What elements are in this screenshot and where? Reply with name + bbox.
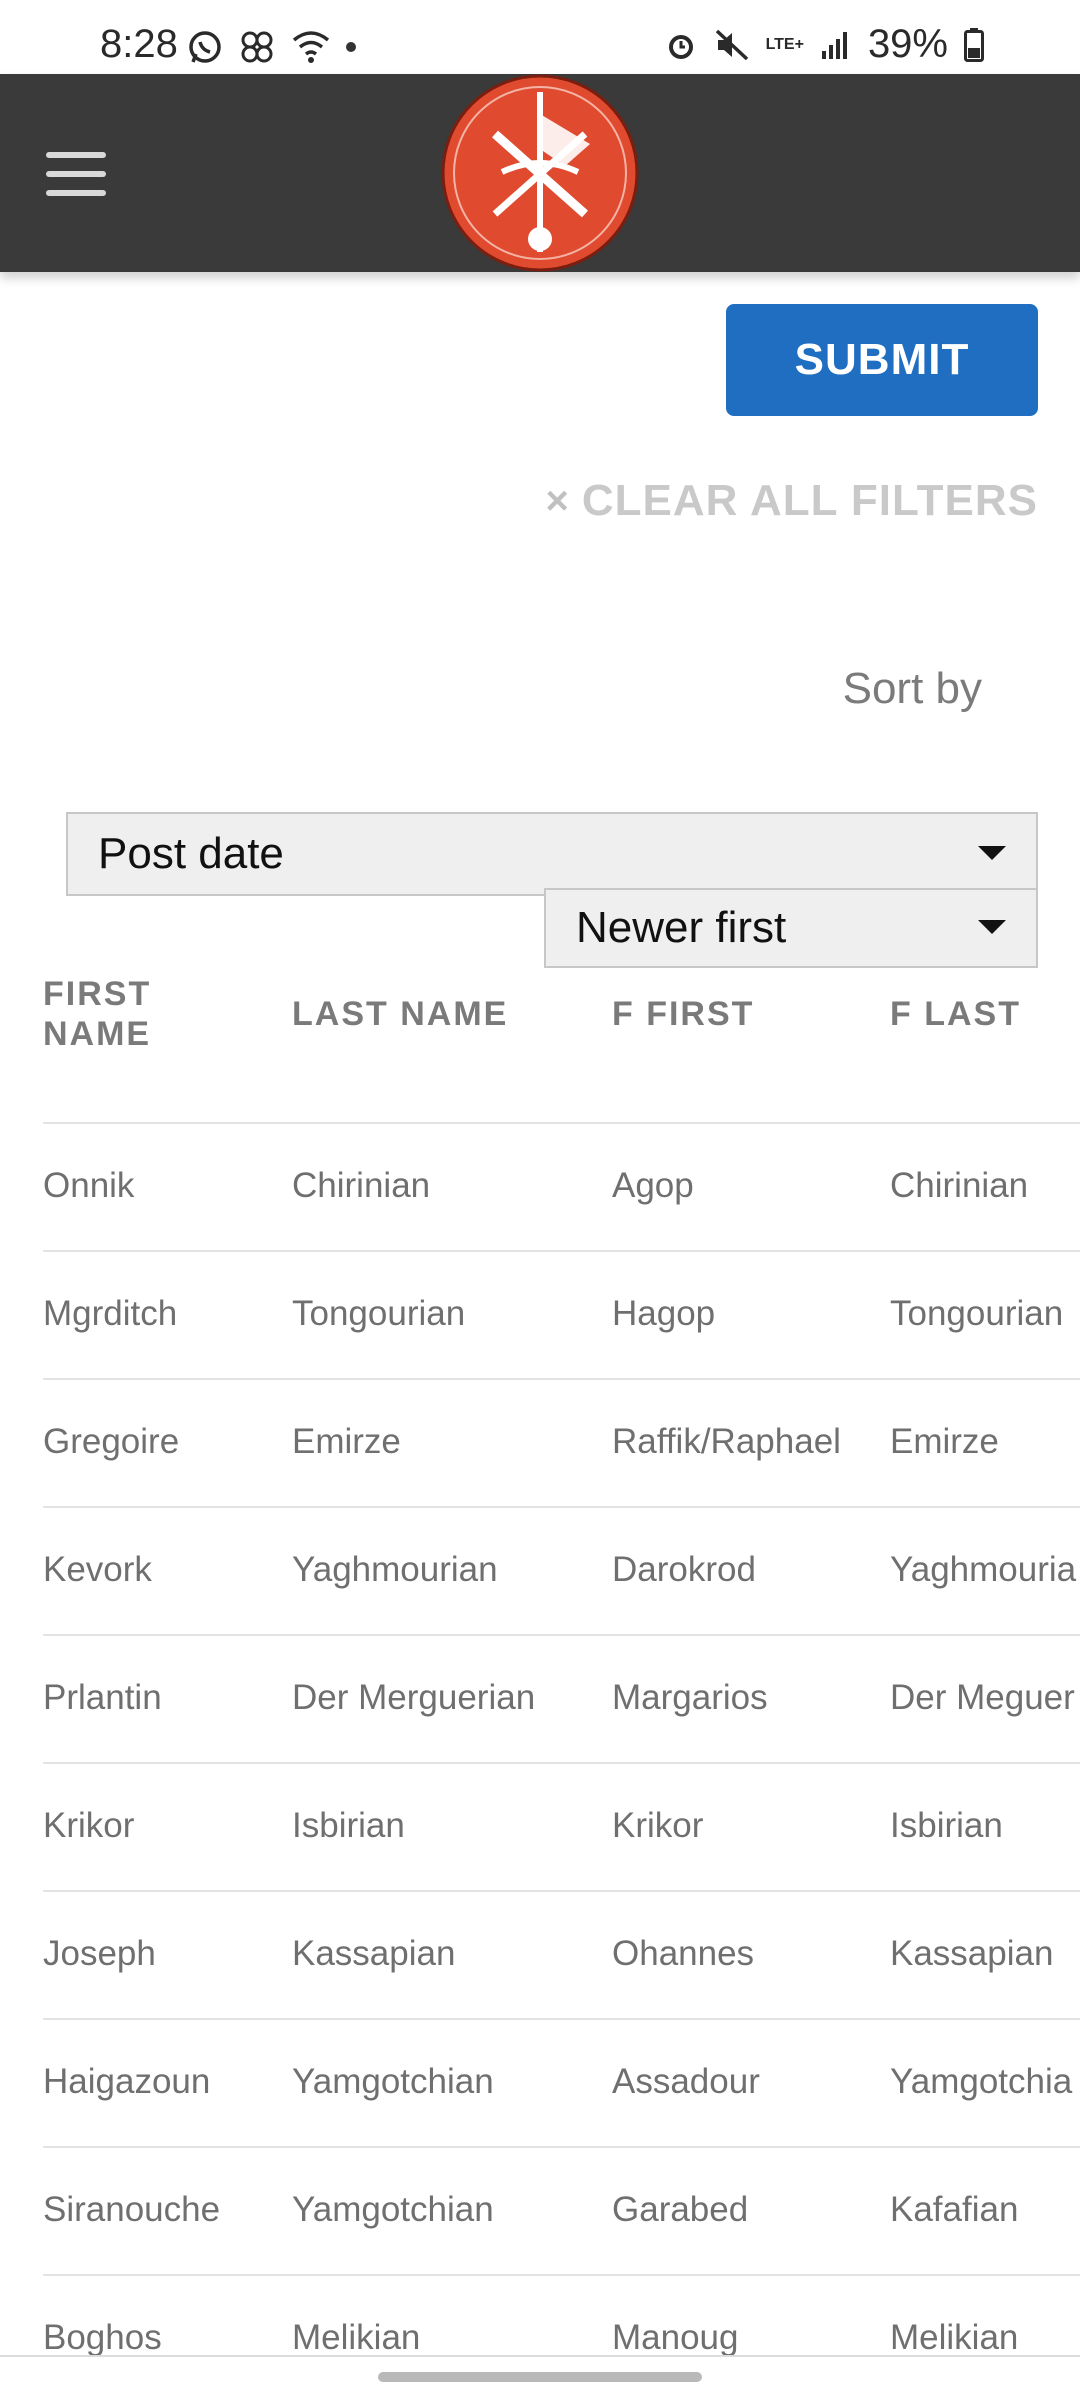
cell-f-first: Hagop [612, 1294, 716, 1333]
cell-last-name: Chirinian [292, 1166, 431, 1205]
sort-field-select[interactable]: Post date [66, 812, 1038, 896]
cell-first-name: Gregoire [43, 1422, 180, 1461]
cell-f-last: Der Meguer [890, 1678, 1075, 1717]
column-header-f-first[interactable]: F FIRST [612, 994, 754, 1034]
cell-f-last: Yamgotchia [890, 2062, 1073, 2101]
table-row[interactable]: Mgrditch Tongourian Hagop Tongourian [43, 1250, 1080, 1378]
cell-last-name: Yaghmourian [292, 1550, 498, 1589]
table-row[interactable]: Joseph Kassapian Ohannes Kassapian [43, 1890, 1080, 2018]
cell-first-name: Boghos [43, 2318, 162, 2357]
cell-last-name: Yamgotchian [292, 2190, 494, 2229]
cell-last-name: Der Merguerian [292, 1678, 536, 1717]
site-header [0, 74, 1080, 272]
table-row[interactable]: Haigazoun Yamgotchian Assadour Yamgotchi… [43, 2018, 1080, 2146]
table-row[interactable]: Onnik Chirinian Agop Chirinian [43, 1122, 1080, 1250]
status-left-icons [186, 28, 356, 66]
signal-icon [821, 31, 847, 59]
cell-f-first: Raffik/Raphael [612, 1422, 841, 1461]
table-header: FIRST NAME LAST NAME F FIRST F LAST [0, 960, 1080, 1122]
cell-last-name: Kassapian [292, 1934, 456, 1973]
cell-last-name: Yamgotchian [292, 2062, 494, 2101]
column-header-last-name[interactable]: LAST NAME [292, 994, 508, 1034]
table-row[interactable]: Prlantin Der Merguerian Margarios Der Me… [43, 1634, 1080, 1762]
table-row[interactable]: Siranouche Yamgotchian Garabed Kafafian [43, 2146, 1080, 2274]
cell-first-name: Haigazoun [43, 2062, 211, 2101]
cell-f-first: Krikor [612, 1806, 704, 1845]
bottom-divider [0, 2355, 1080, 2357]
sort-by-label: Sort by [842, 664, 982, 713]
cell-first-name: Joseph [43, 1934, 156, 1973]
close-icon: × [545, 478, 570, 523]
sort-order-select[interactable]: Newer first [544, 888, 1038, 968]
submit-button[interactable]: SUBMIT [726, 304, 1038, 416]
caret-down-icon [978, 846, 1006, 860]
cell-last-name: Emirze [292, 1422, 401, 1461]
sort-field-value: Post date [98, 829, 284, 878]
cell-f-last: Emirze [890, 1422, 999, 1461]
battery-icon [964, 27, 984, 62]
status-right: LTE+ 39% [664, 22, 984, 67]
mute-icon [715, 29, 748, 60]
cell-f-first: Ohannes [612, 1934, 755, 1973]
cell-f-last: Kassapian [890, 1934, 1054, 1973]
cell-last-name: Tongourian [292, 1294, 466, 1333]
status-bar: 8:28 LTE+ 39% [0, 0, 1080, 74]
cell-f-last: Kafafian [890, 2190, 1019, 2229]
dot-icon [346, 42, 356, 52]
cell-first-name: Mgrditch [43, 1294, 178, 1333]
table-body: Onnik Chirinian Agop Chirinian Mgrditch … [43, 1122, 1080, 2402]
cell-first-name: Onnik [43, 1166, 135, 1205]
status-time: 8:28 [100, 22, 178, 66]
pinwheel-icon [241, 31, 273, 63]
wifi-call-icon [292, 31, 330, 63]
sort-order-value: Newer first [576, 903, 787, 952]
table-row[interactable]: Gregoire Emirze Raffik/Raphael Emirze [43, 1378, 1080, 1506]
cell-first-name: Krikor [43, 1806, 135, 1845]
cell-f-last: Tongourian [890, 1294, 1064, 1333]
whatsapp-icon [189, 31, 221, 63]
battery-percent: 39% [867, 22, 948, 66]
column-header-first-name[interactable]: FIRST NAME [43, 974, 243, 1054]
cell-f-last: Chirinian [890, 1166, 1029, 1205]
clear-all-filters-label: CLEAR ALL FILTERS [581, 476, 1038, 525]
cell-f-first: Assadour [612, 2062, 760, 2101]
cell-f-first: Margarios [612, 1678, 768, 1717]
column-header-f-last[interactable]: F LAST [890, 994, 1021, 1034]
table-row[interactable]: Boghos Melikian Manoug Melikian [43, 2274, 1080, 2402]
caret-down-icon [978, 920, 1006, 934]
cell-f-last: Isbirian [890, 1806, 1003, 1845]
cell-first-name: Siranouche [43, 2190, 221, 2229]
alarm-icon [668, 34, 693, 59]
emblem-logo-icon[interactable] [440, 74, 640, 272]
cell-f-first: Manoug [612, 2318, 739, 2357]
cell-last-name: Isbirian [292, 1806, 405, 1845]
cell-f-first: Garabed [612, 2190, 749, 2229]
cell-f-last: Yaghmouria [890, 1550, 1077, 1589]
cell-first-name: Kevork [43, 1550, 152, 1589]
table-row[interactable]: Krikor Isbirian Krikor Isbirian [43, 1762, 1080, 1890]
cell-first-name: Prlantin [43, 1678, 162, 1717]
cell-last-name: Melikian [292, 2318, 421, 2357]
clear-all-filters-link[interactable]: × CLEAR ALL FILTERS [545, 476, 1038, 526]
table-row[interactable]: Kevork Yaghmourian Darokrod Yaghmouria [43, 1506, 1080, 1634]
lte-icon: LTE+ [765, 35, 804, 53]
cell-f-first: Darokrod [612, 1550, 756, 1589]
cell-f-first: Agop [612, 1166, 694, 1205]
hamburger-icon[interactable] [46, 152, 106, 196]
cell-f-last: Melikian [890, 2318, 1019, 2357]
home-indicator[interactable] [378, 2372, 702, 2382]
